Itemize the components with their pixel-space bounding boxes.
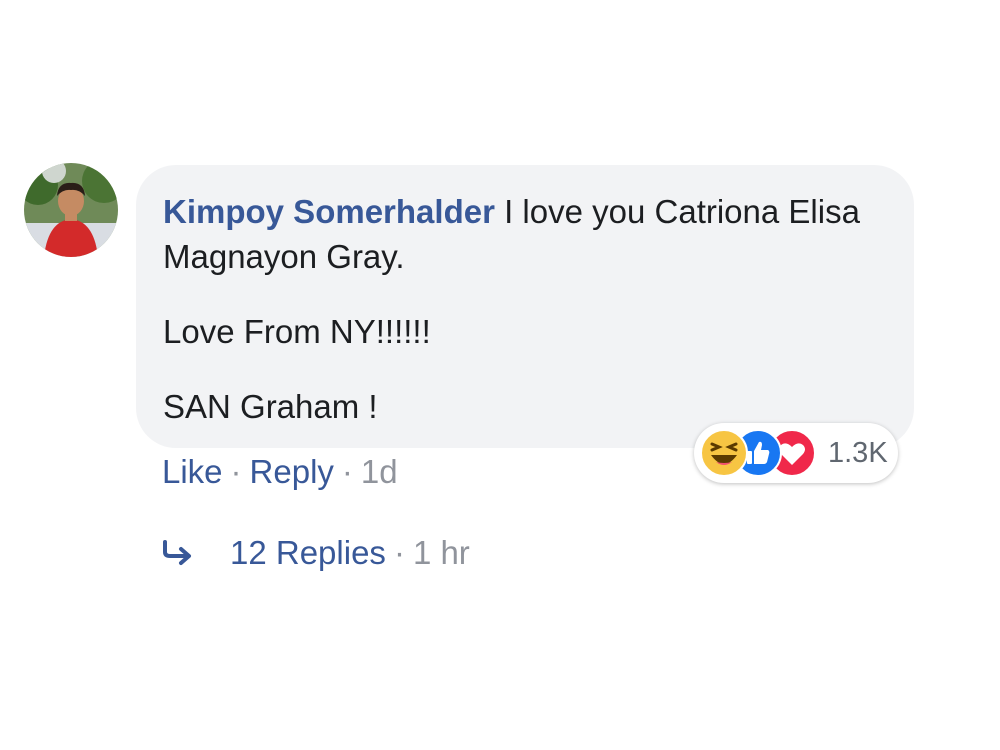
reply-link[interactable]: Reply: [250, 453, 334, 490]
view-replies-link[interactable]: 12 Replies: [230, 534, 386, 572]
separator-dot: ·: [341, 453, 353, 490]
replies-timestamp: 1 hr: [412, 534, 470, 571]
avatar[interactable]: [24, 163, 118, 257]
comment-actions: Like · Reply · 1d: [162, 453, 398, 491]
reaction-count: 1.3K: [828, 436, 888, 469]
comment-text-second: Love From NY!!!!!!: [163, 313, 431, 350]
reactions-summary[interactable]: 1.3K: [694, 423, 898, 483]
reply-arrow-icon: [162, 540, 194, 566]
comment-timestamp[interactable]: 1d: [361, 453, 398, 490]
replies-row[interactable]: 12 Replies · 1 hr: [162, 534, 470, 572]
comment-text: Kimpoy Somerhalder I love you Catriona E…: [163, 189, 888, 279]
haha-icon: [700, 429, 748, 477]
comment-bubble: Kimpoy Somerhalder I love you Catriona E…: [136, 165, 914, 448]
like-link[interactable]: Like: [162, 453, 223, 490]
author-link[interactable]: Kimpoy Somerhalder: [163, 193, 495, 230]
separator-dot: ·: [393, 534, 405, 571]
separator-dot: ·: [230, 453, 242, 490]
